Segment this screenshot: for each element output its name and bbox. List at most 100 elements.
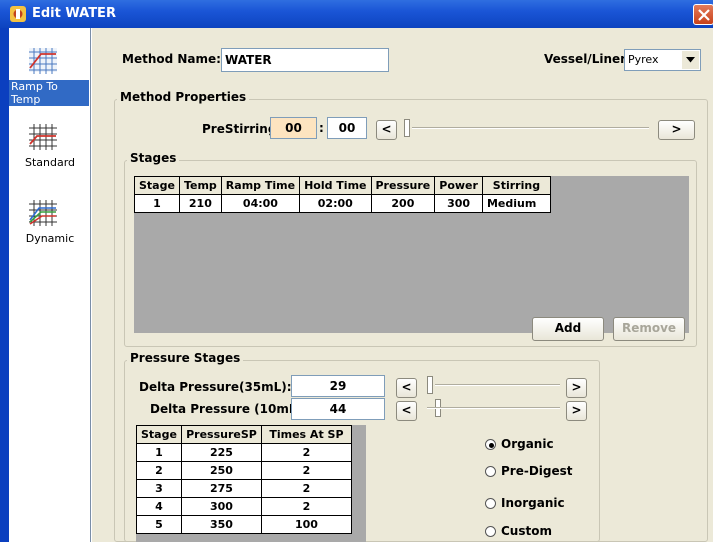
dynamic-icon bbox=[27, 198, 59, 228]
table-cell[interactable]: 2 bbox=[260, 443, 352, 462]
radio-unchecked-icon bbox=[485, 526, 496, 537]
vessel-liner-select[interactable]: Pyrex bbox=[624, 49, 701, 71]
close-button[interactable] bbox=[693, 4, 713, 25]
title-bar: Edit WATER bbox=[0, 0, 713, 28]
method-name-input[interactable]: WATER bbox=[221, 48, 389, 72]
method-name-label: Method Name: bbox=[122, 52, 221, 66]
prestirring-decrease-button[interactable]: < bbox=[376, 120, 397, 140]
prestirring-seconds-input[interactable]: 00 bbox=[327, 117, 367, 139]
radio-pre-digest[interactable]: Pre-Digest bbox=[485, 464, 573, 478]
table-cell[interactable]: 4 bbox=[136, 497, 182, 516]
table-cell[interactable]: 275 bbox=[180, 479, 262, 498]
column-header[interactable]: PressureSP bbox=[180, 425, 262, 444]
table-cell[interactable]: 2 bbox=[136, 461, 182, 480]
prestirring-increase-button[interactable]: > bbox=[658, 120, 695, 140]
column-header[interactable]: Power bbox=[434, 176, 483, 195]
pressure-stages-table[interactable]: Stage PressureSP Times At SP 1 225 2 2 2… bbox=[136, 425, 352, 534]
delta-pressure-10-slider-track[interactable] bbox=[427, 407, 560, 409]
table-cell[interactable]: 210 bbox=[178, 194, 222, 213]
delta-pressure-10-decrease-button[interactable]: < bbox=[396, 401, 417, 421]
delta-pressure-35-increase-button[interactable]: > bbox=[566, 378, 587, 398]
dropdown-button[interactable] bbox=[682, 51, 699, 69]
stages-title: Stages bbox=[127, 151, 180, 165]
prestirring-minutes-input[interactable]: 00 bbox=[270, 117, 317, 139]
sidebar-item-label: Ramp To Temp bbox=[9, 80, 89, 106]
radio-checked-icon bbox=[485, 439, 496, 450]
radio-label: Pre-Digest bbox=[501, 464, 573, 478]
window-border bbox=[0, 28, 9, 542]
sidebar-item-label: Standard bbox=[24, 156, 76, 169]
ramp-to-temp-icon bbox=[27, 46, 59, 76]
column-header[interactable]: Temp bbox=[178, 176, 222, 195]
column-header[interactable]: Stage bbox=[134, 176, 180, 195]
add-stage-button[interactable]: Add bbox=[532, 317, 604, 341]
sidebar-item-label: Dynamic bbox=[25, 232, 75, 245]
column-header[interactable]: Stage bbox=[136, 425, 182, 444]
table-header-row: Stage PressureSP Times At SP bbox=[136, 425, 352, 444]
table-row[interactable]: 3 275 2 bbox=[136, 479, 352, 498]
delta-pressure-35-input[interactable]: 29 bbox=[291, 375, 385, 397]
table-cell[interactable]: 2 bbox=[260, 479, 352, 498]
delta-pressure-10-label: Delta Pressure (10mL): bbox=[150, 402, 307, 416]
table-row[interactable]: 2 250 2 bbox=[136, 461, 352, 480]
radio-organic[interactable]: Organic bbox=[485, 437, 554, 451]
table-row[interactable]: 4 300 2 bbox=[136, 497, 352, 516]
column-header[interactable]: Stirring bbox=[481, 176, 551, 195]
column-header[interactable]: Hold Time bbox=[299, 176, 372, 195]
close-icon bbox=[698, 9, 710, 21]
delta-pressure-35-slider-thumb[interactable] bbox=[427, 376, 433, 394]
table-cell[interactable]: 1 bbox=[136, 443, 182, 462]
table-cell[interactable]: 04:00 bbox=[220, 194, 301, 213]
delta-pressure-10-increase-button[interactable]: > bbox=[566, 401, 587, 421]
sidebar-item-ramp-to-temp[interactable]: Ramp To Temp bbox=[9, 44, 91, 114]
time-separator: : bbox=[319, 121, 324, 135]
method-properties-title: Method Properties bbox=[117, 90, 250, 104]
table-row[interactable]: 1 225 2 bbox=[136, 443, 352, 462]
radio-label: Inorganic bbox=[501, 496, 565, 510]
remove-stage-button[interactable]: Remove bbox=[613, 317, 685, 341]
pressure-stages-title: Pressure Stages bbox=[127, 351, 244, 365]
vessel-liner-label: Vessel/Liner: bbox=[544, 52, 631, 66]
delta-pressure-35-label: Delta Pressure(35mL): bbox=[139, 380, 292, 394]
delta-pressure-35-decrease-button[interactable]: < bbox=[396, 378, 417, 398]
table-row[interactable]: 5 350 100 bbox=[136, 515, 352, 534]
app-icon bbox=[10, 6, 26, 22]
prestirring-slider-track[interactable] bbox=[412, 127, 649, 129]
method-type-sidebar: Ramp To Temp Standard Dynamic bbox=[9, 28, 91, 542]
delta-pressure-35-slider-track[interactable] bbox=[435, 384, 560, 386]
table-cell[interactable]: 350 bbox=[180, 515, 262, 534]
table-cell[interactable]: Medium bbox=[481, 194, 551, 213]
table-header-row: Stage Temp Ramp Time Hold Time Pressure … bbox=[134, 176, 551, 195]
radio-unchecked-icon bbox=[485, 466, 496, 477]
radio-custom[interactable]: Custom bbox=[485, 524, 552, 538]
delta-pressure-10-input[interactable]: 44 bbox=[291, 398, 385, 420]
sidebar-item-dynamic[interactable]: Dynamic bbox=[9, 196, 91, 266]
table-cell[interactable]: 300 bbox=[180, 497, 262, 516]
table-cell[interactable]: 250 bbox=[180, 461, 262, 480]
chevron-down-icon bbox=[686, 57, 695, 63]
table-cell[interactable]: 200 bbox=[370, 194, 436, 213]
window-title: Edit WATER bbox=[32, 6, 116, 21]
radio-label: Organic bbox=[501, 437, 554, 451]
vessel-liner-value: Pyrex bbox=[628, 53, 659, 66]
table-cell[interactable]: 2 bbox=[260, 461, 352, 480]
stages-table[interactable]: Stage Temp Ramp Time Hold Time Pressure … bbox=[134, 176, 551, 213]
table-cell[interactable]: 225 bbox=[180, 443, 262, 462]
table-cell[interactable]: 300 bbox=[434, 194, 483, 213]
sidebar-item-standard[interactable]: Standard bbox=[9, 120, 91, 190]
table-cell[interactable]: 02:00 bbox=[299, 194, 372, 213]
prestirring-slider-thumb[interactable] bbox=[404, 119, 410, 137]
main-panel: Method Name: WATER Vessel/Liner: Pyrex M… bbox=[92, 28, 713, 542]
table-cell[interactable]: 3 bbox=[136, 479, 182, 498]
column-header[interactable]: Pressure bbox=[370, 176, 436, 195]
standard-icon bbox=[27, 122, 59, 152]
table-cell[interactable]: 100 bbox=[260, 515, 352, 534]
column-header[interactable]: Ramp Time bbox=[220, 176, 301, 195]
table-cell[interactable]: 5 bbox=[136, 515, 182, 534]
radio-unchecked-icon bbox=[485, 498, 496, 509]
radio-inorganic[interactable]: Inorganic bbox=[485, 496, 565, 510]
table-row[interactable]: 1 210 04:00 02:00 200 300 Medium bbox=[134, 194, 551, 213]
table-cell[interactable]: 2 bbox=[260, 497, 352, 516]
column-header[interactable]: Times At SP bbox=[260, 425, 352, 444]
table-cell[interactable]: 1 bbox=[134, 194, 180, 213]
